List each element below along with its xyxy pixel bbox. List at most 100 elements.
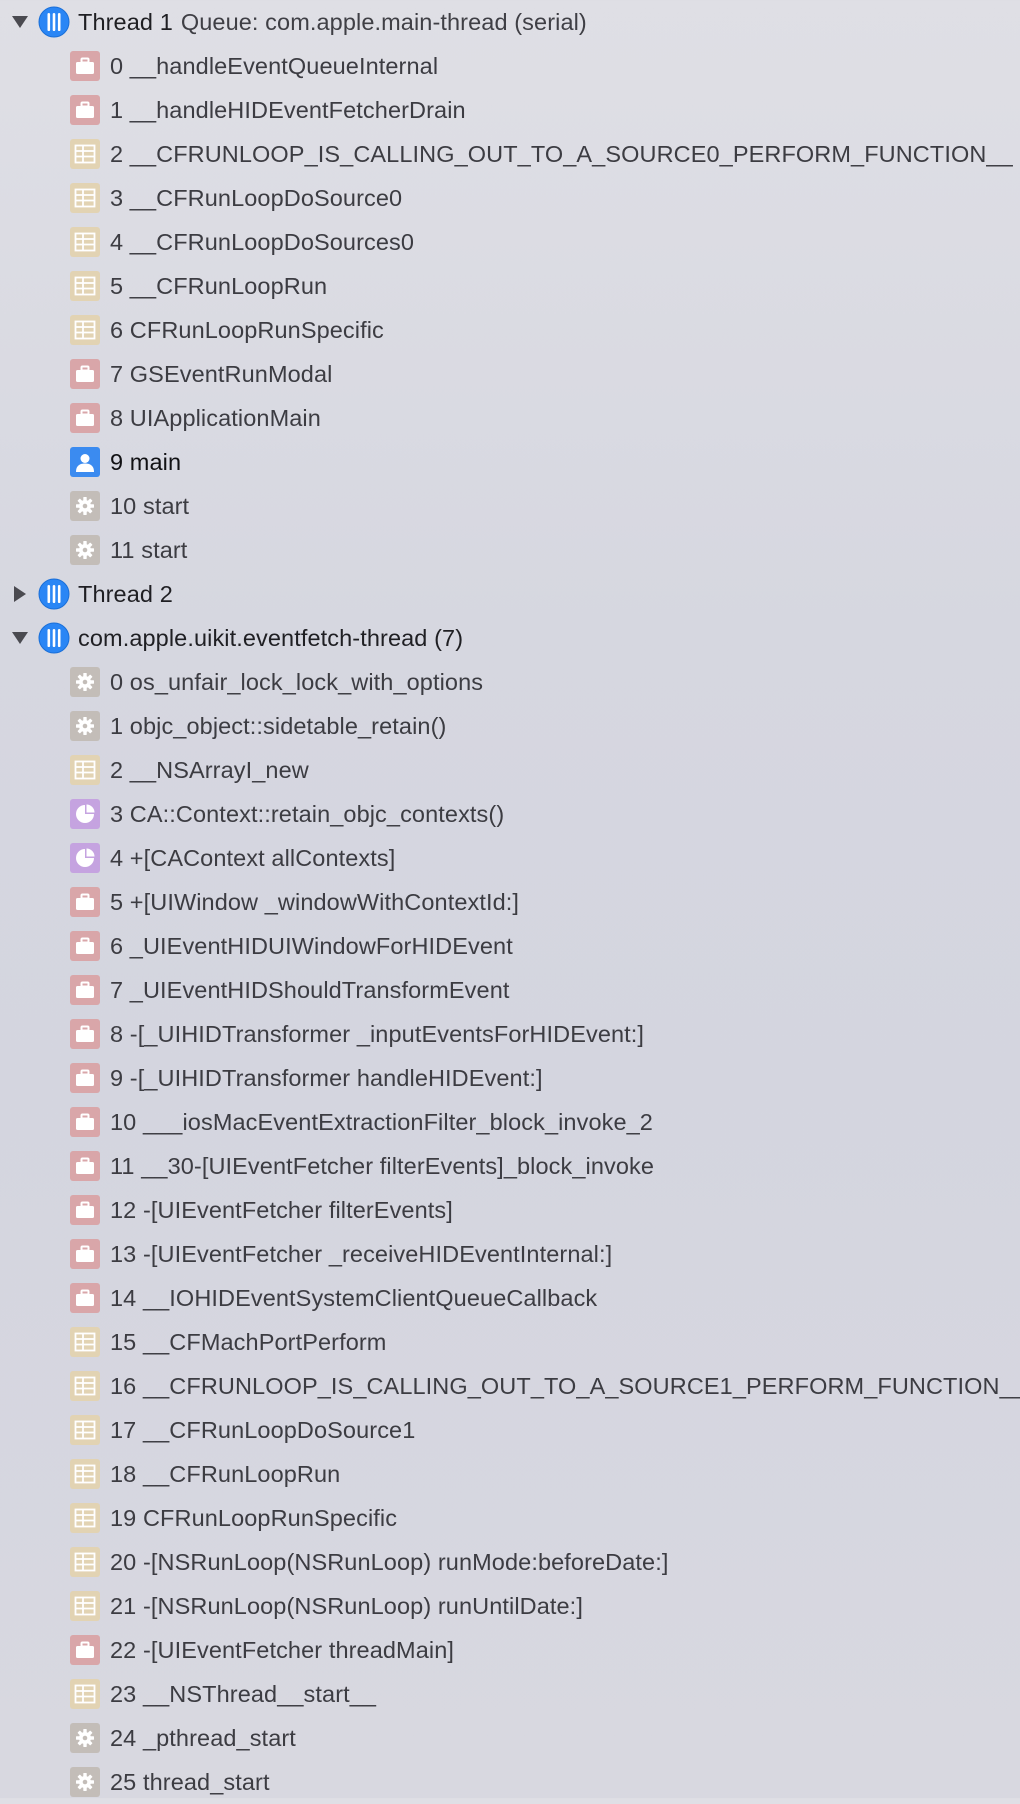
stack-frame-row[interactable]: 22 -[UIEventFetcher threadMain]: [0, 1628, 1020, 1672]
thread-row[interactable]: Thread 1 Queue: com.apple.main-thread (se…: [0, 0, 1020, 44]
stack-frame-label: 10 ___iosMacEventExtractionFilter_block_…: [110, 1108, 653, 1135]
stack-frame-label: 11 start: [110, 536, 188, 563]
briefcase-icon: [70, 1151, 100, 1181]
thread-icon: [38, 622, 70, 654]
stack-frame-row[interactable]: 4 +[CAContext allContexts]: [0, 836, 1020, 880]
table-icon: [70, 183, 100, 213]
stack-frame-label: 22 -[UIEventFetcher threadMain]: [110, 1636, 455, 1663]
stack-frame-row[interactable]: 2 __CFRUNLOOP_IS_CALLING_OUT_TO_A_SOURCE…: [0, 132, 1020, 176]
table-icon: [70, 1547, 100, 1577]
table-icon: [70, 1459, 100, 1489]
stack-frame-row[interactable]: 16 __CFRUNLOOP_IS_CALLING_OUT_TO_A_SOURC…: [0, 1364, 1020, 1408]
stack-frame-row[interactable]: 9 main: [0, 440, 1020, 484]
stack-frame-label: 9 -[_UIHIDTransformer handleHIDEvent:]: [110, 1064, 543, 1091]
stack-frame-label: 5 __CFRunLoopRun: [110, 272, 328, 299]
gear-icon: [70, 711, 100, 741]
stack-frame-label: 25 thread_start: [110, 1768, 270, 1795]
table-icon: [70, 1503, 100, 1533]
stack-frame-row[interactable]: 23 __NSThread__start__: [0, 1672, 1020, 1716]
stack-frame-row[interactable]: 7 _UIEventHIDShouldTransformEvent: [0, 968, 1020, 1012]
stack-frame-label: 2 __CFRUNLOOP_IS_CALLING_OUT_TO_A_SOURCE…: [110, 140, 1013, 167]
stack-frame-row[interactable]: 5 __CFRunLoopRun: [0, 264, 1020, 308]
stack-frame-label: 1 __handleHIDEventFetcherDrain: [110, 96, 466, 123]
stack-frame-row[interactable]: 24 _pthread_start: [0, 1716, 1020, 1760]
stack-frame-label: 0 __handleEventQueueInternal: [110, 52, 439, 79]
debug-navigator-thread-list: Thread 1 Queue: com.apple.main-thread (se…: [0, 0, 1020, 1804]
stack-frame-label: 24 _pthread_start: [110, 1724, 296, 1751]
briefcase-icon: [70, 931, 100, 961]
briefcase-icon: [70, 51, 100, 81]
stack-frame-label: 16 __CFRUNLOOP_IS_CALLING_OUT_TO_A_SOURC…: [110, 1372, 1020, 1399]
stack-frame-row[interactable]: 2 __NSArrayI_new: [0, 748, 1020, 792]
stack-frame-row[interactable]: 5 +[UIWindow _windowWithContextId:]: [0, 880, 1020, 924]
briefcase-icon: [70, 887, 100, 917]
disclosure-collapsed-icon[interactable]: [10, 584, 30, 604]
stack-frame-row[interactable]: 19 CFRunLoopRunSpecific: [0, 1496, 1020, 1540]
briefcase-icon: [70, 1195, 100, 1225]
stack-frame-row[interactable]: 3 __CFRunLoopDoSource0: [0, 176, 1020, 220]
stack-frame-row[interactable]: 13 -[UIEventFetcher _receiveHIDEventInte…: [0, 1232, 1020, 1276]
stack-frame-row[interactable]: 14 __IOHIDEventSystemClientQueueCallback: [0, 1276, 1020, 1320]
stack-frame-label: 6 _UIEventHIDUIWindowForHIDEvent: [110, 932, 513, 959]
stack-frame-row[interactable]: 0 __handleEventQueueInternal: [0, 44, 1020, 88]
stack-frame-row[interactable]: 17 __CFRunLoopDoSource1: [0, 1408, 1020, 1452]
stack-frame-label: 7 _UIEventHIDShouldTransformEvent: [110, 976, 510, 1003]
stack-frame-row[interactable]: 11 __30-[UIEventFetcher filterEvents]_bl…: [0, 1144, 1020, 1188]
stack-frame-row[interactable]: 8 -[_UIHIDTransformer _inputEventsForHID…: [0, 1012, 1020, 1056]
stack-frame-row[interactable]: 18 __CFRunLoopRun: [0, 1452, 1020, 1496]
stack-frame-row[interactable]: 10 ___iosMacEventExtractionFilter_block_…: [0, 1100, 1020, 1144]
stack-frame-label: 4 +[CAContext allContexts]: [110, 844, 396, 871]
stack-frame-label: 8 UIApplicationMain: [110, 404, 321, 431]
stack-frame-row[interactable]: 7 GSEventRunModal: [0, 352, 1020, 396]
stack-frame-row[interactable]: 12 -[UIEventFetcher filterEvents]: [0, 1188, 1020, 1232]
stack-frame-row[interactable]: 6 CFRunLoopRunSpecific: [0, 308, 1020, 352]
stack-frame-row[interactable]: 3 CA::Context::retain_objc_contexts(): [0, 792, 1020, 836]
stack-frame-label: 0 os_unfair_lock_lock_with_options: [110, 668, 484, 695]
gear-icon: [70, 667, 100, 697]
briefcase-icon: [70, 975, 100, 1005]
stack-frame-row[interactable]: 25 thread_start: [0, 1760, 1020, 1804]
table-icon: [70, 1327, 100, 1357]
briefcase-icon: [70, 359, 100, 389]
stack-frame-label: 14 __IOHIDEventSystemClientQueueCallback: [110, 1284, 598, 1311]
table-icon: [70, 1679, 100, 1709]
stack-frame-row[interactable]: 21 -[NSRunLoop(NSRunLoop) runUntilDate:]: [0, 1584, 1020, 1628]
stack-frame-row[interactable]: 8 UIApplicationMain: [0, 396, 1020, 440]
stack-frame-row[interactable]: 11 start: [0, 528, 1020, 572]
stack-frame-label: 6 CFRunLoopRunSpecific: [110, 316, 384, 343]
thread-row[interactable]: com.apple.uikit.eventfetch-thread (7): [0, 616, 1020, 660]
stack-frame-row[interactable]: 10 start: [0, 484, 1020, 528]
stack-frame-row[interactable]: 4 __CFRunLoopDoSources0: [0, 220, 1020, 264]
stack-frame-label: 8 -[_UIHIDTransformer _inputEventsForHID…: [110, 1020, 645, 1047]
stack-frame-label: 3 CA::Context::retain_objc_contexts(): [110, 800, 505, 827]
briefcase-icon: [70, 1019, 100, 1049]
stack-frame-row[interactable]: 1 objc_object::sidetable_retain(): [0, 704, 1020, 748]
thread-title: Thread 1: [78, 8, 173, 35]
stack-frame-label: 12 -[UIEventFetcher filterEvents]: [110, 1196, 453, 1223]
stack-frame-row[interactable]: 15 __CFMachPortPerform: [0, 1320, 1020, 1364]
stack-frame-label: 18 __CFRunLoopRun: [110, 1460, 341, 1487]
stack-frame-row[interactable]: 6 _UIEventHIDUIWindowForHIDEvent: [0, 924, 1020, 968]
disclosure-expanded-icon[interactable]: [10, 628, 30, 648]
disclosure-expanded-icon[interactable]: [10, 12, 30, 32]
table-icon: [70, 1415, 100, 1445]
thread-row[interactable]: Thread 2: [0, 572, 1020, 616]
briefcase-icon: [70, 95, 100, 125]
stack-frame-row[interactable]: 0 os_unfair_lock_lock_with_options: [0, 660, 1020, 704]
stack-frame-label: 15 __CFMachPortPerform: [110, 1328, 387, 1355]
thread-queue-label: Queue: com.apple.main-thread (serial): [180, 8, 587, 35]
pie-icon: [70, 843, 100, 873]
stack-frame-label: 1 objc_object::sidetable_retain(): [110, 712, 447, 739]
briefcase-icon: [70, 1239, 100, 1269]
stack-frame-label: 3 __CFRunLoopDoSource0: [110, 184, 403, 211]
gear-icon: [70, 491, 100, 521]
table-icon: [70, 227, 100, 257]
stack-frame-label: 11 __30-[UIEventFetcher filterEvents]_bl…: [110, 1152, 655, 1179]
table-icon: [70, 1591, 100, 1621]
thread-title: Thread 2: [78, 580, 173, 607]
stack-frame-row[interactable]: 1 __handleHIDEventFetcherDrain: [0, 88, 1020, 132]
stack-frame-label: 7 GSEventRunModal: [110, 360, 333, 387]
stack-frame-row[interactable]: 9 -[_UIHIDTransformer handleHIDEvent:]: [0, 1056, 1020, 1100]
stack-frame-row[interactable]: 20 -[NSRunLoop(NSRunLoop) runMode:before…: [0, 1540, 1020, 1584]
table-icon: [70, 755, 100, 785]
